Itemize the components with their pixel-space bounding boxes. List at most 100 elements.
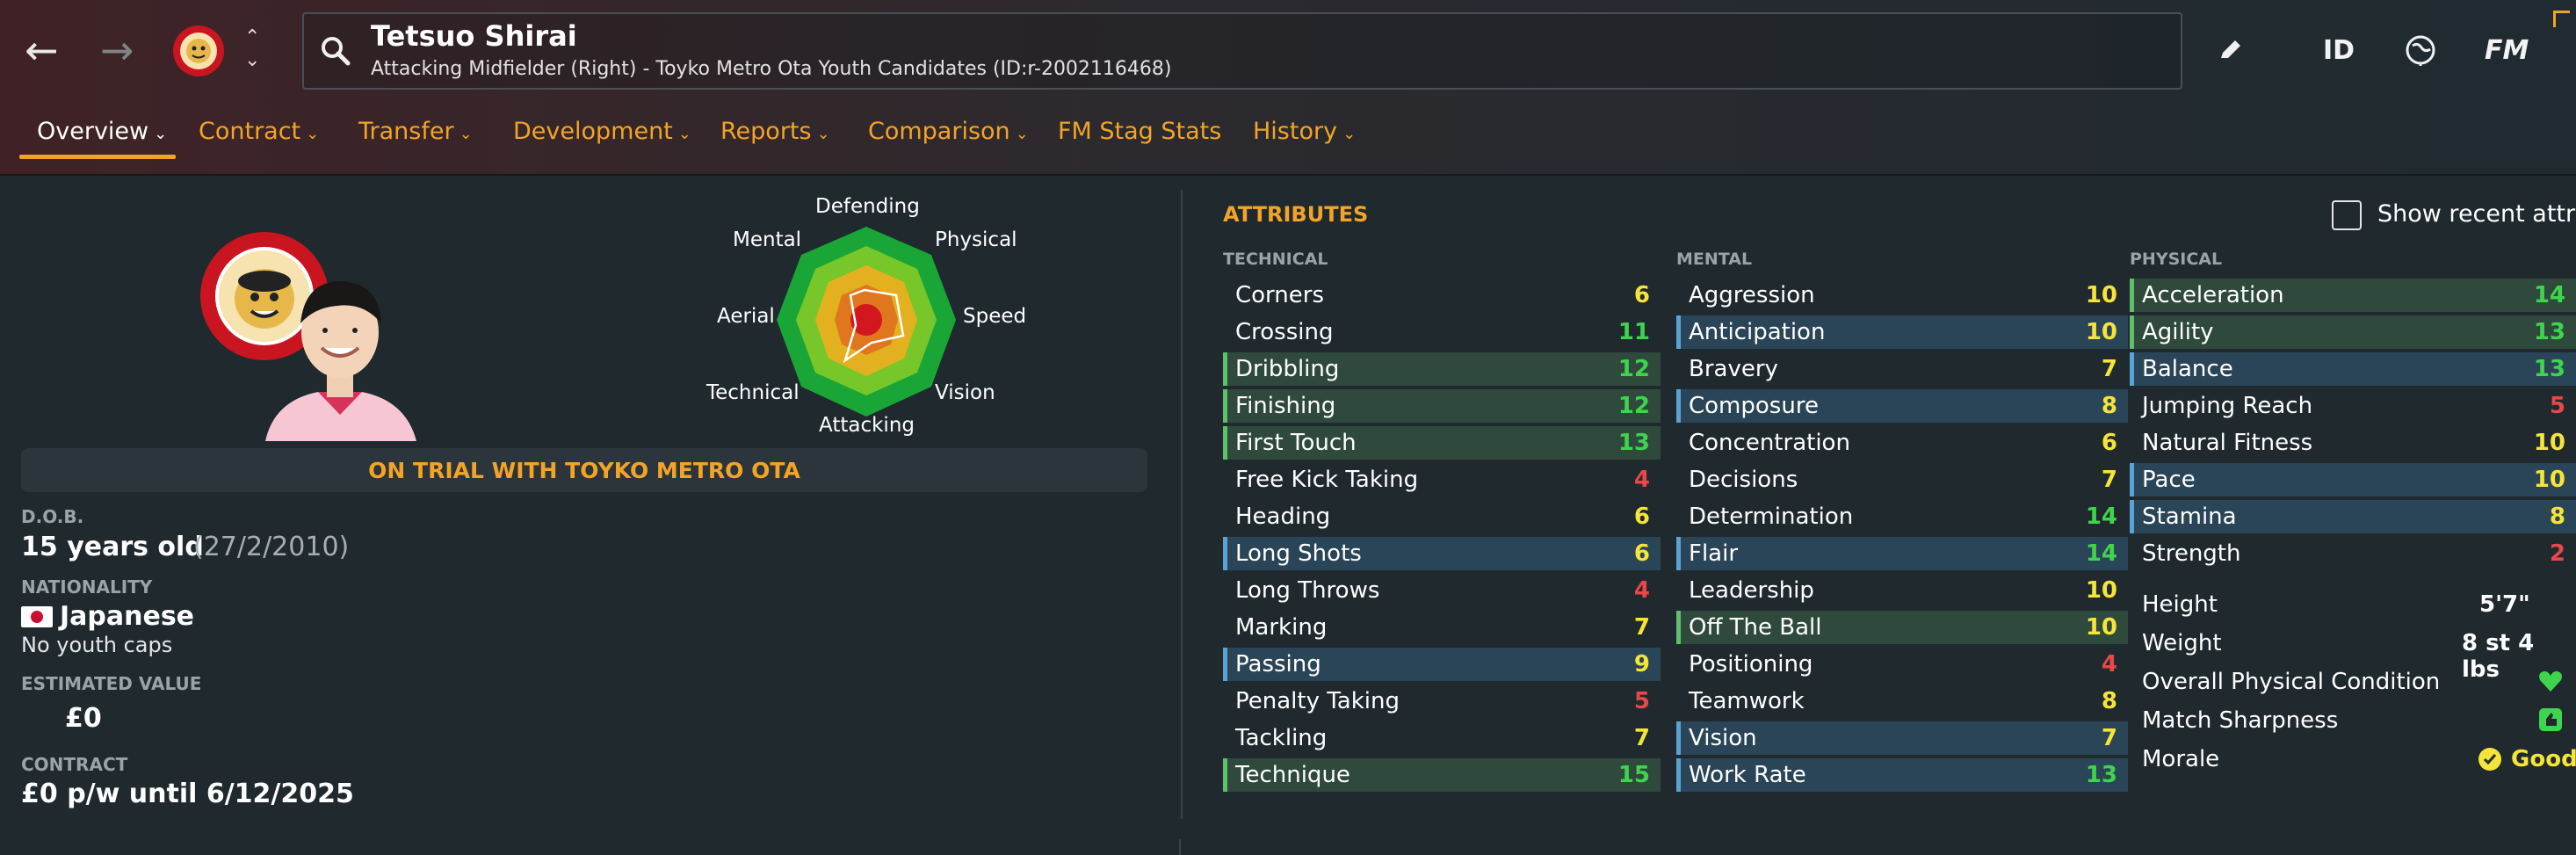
attribute-row[interactable]: Finishing 12: [1223, 389, 1661, 423]
tab-label: Development: [513, 118, 673, 145]
physical-heading: PHYSICAL: [2130, 250, 2223, 269]
contract-details: £0 p/w until 6/12/2025: [21, 779, 354, 809]
attribute-value: 10: [2085, 614, 2117, 641]
attribute-row[interactable]: Off The Ball 10: [1676, 611, 2128, 644]
attribute-row[interactable]: Positioning 4: [1676, 648, 2128, 681]
attribute-value: 6: [1633, 282, 1650, 308]
mental-heading: MENTAL: [1676, 250, 1753, 269]
forward-arrow-icon[interactable]: →: [100, 30, 134, 70]
attribute-row[interactable]: Flair 14: [1676, 537, 2128, 570]
estimated-value: £0: [65, 703, 102, 734]
tab-contract[interactable]: Contract ⌄: [199, 118, 319, 145]
show-recent-label[interactable]: Show recent attrib: [2377, 200, 2576, 228]
attribute-row[interactable]: Vision 7: [1676, 721, 2128, 755]
attribute-row[interactable]: Passing 9: [1223, 648, 1661, 681]
id-icon[interactable]: ID: [2323, 35, 2355, 66]
tab-development[interactable]: Development ⌄: [513, 118, 691, 145]
attribute-row[interactable]: Jumping Reach 5: [2130, 389, 2576, 423]
attribute-name: Bravery: [1689, 356, 1778, 382]
player-subtitle: Attacking Midfielder (Right) - Toyko Met…: [371, 58, 1172, 80]
attribute-row[interactable]: Penalty Taking 5: [1223, 685, 1661, 718]
attribute-row[interactable]: Agility 13: [2130, 315, 2576, 349]
globe-icon[interactable]: [2404, 33, 2437, 67]
attribute-row[interactable]: Anticipation 10: [1676, 315, 2128, 349]
tab-label: FM Stag Stats: [1058, 118, 1222, 145]
tab-overview[interactable]: Overview ⌄: [37, 118, 167, 145]
player-nationality[interactable]: Japanese: [60, 601, 194, 632]
attribute-value: 13: [2533, 356, 2565, 382]
physical-condition-label: Overall Physical Condition: [2142, 669, 2441, 695]
attribute-row[interactable]: Work Rate 13: [1676, 758, 2128, 792]
attribute-row[interactable]: Dribbling 12: [1223, 352, 1661, 386]
attribute-row[interactable]: Long Throws 4: [1223, 574, 1661, 607]
attribute-row[interactable]: Tackling 7: [1223, 721, 1661, 755]
next-player-icon[interactable]: ⌄: [244, 49, 260, 71]
attribute-row[interactable]: Long Shots 6: [1223, 537, 1661, 570]
tab-label: Contract: [199, 118, 301, 145]
attribute-name: Natural Fitness: [2142, 430, 2313, 456]
tab-reports[interactable]: Reports ⌄: [720, 118, 830, 145]
chevron-down-icon: ⌄: [677, 125, 691, 143]
youth-caps: No youth caps: [21, 633, 173, 657]
attribute-row[interactable]: Crossing 11: [1223, 315, 1661, 349]
attribute-name: Aggression: [1689, 282, 1815, 308]
back-arrow-icon[interactable]: ←: [25, 30, 59, 70]
attribute-name: Long Shots: [1235, 540, 1362, 567]
attribute-row[interactable]: Acceleration 14: [2130, 279, 2576, 312]
fm-logo-icon[interactable]: FM: [2485, 35, 2529, 66]
attribute-value: 13: [1617, 430, 1650, 456]
attribute-name: Penalty Taking: [1235, 688, 1400, 714]
attribute-row[interactable]: Balance 13: [2130, 352, 2576, 386]
attributes-title: ATTRIBUTES: [1223, 202, 1369, 227]
attribute-row[interactable]: Decisions 7: [1676, 463, 2128, 496]
attribute-name: Composure: [1689, 393, 1819, 419]
tab-label: Transfer: [358, 118, 454, 145]
attribute-value: 4: [1633, 577, 1650, 604]
radar-label-attacking: Attacking: [819, 414, 915, 437]
height-value: 5'7": [2479, 591, 2530, 618]
radar-label-technical: Technical: [706, 381, 800, 404]
radar-label-speed: Speed: [963, 305, 1027, 328]
previous-player-icon[interactable]: ⌃: [244, 26, 260, 48]
attribute-row[interactable]: Natural Fitness 10: [2130, 426, 2576, 460]
edit-pencil-icon[interactable]: [2216, 35, 2246, 65]
tab-comparison[interactable]: Comparison ⌄: [868, 118, 1029, 145]
tab-fm-stag-stats[interactable]: FM Stag Stats: [1058, 118, 1221, 145]
attribute-name: First Touch: [1235, 430, 1357, 456]
attribute-row[interactable]: Pace 10: [2130, 463, 2576, 496]
heart-icon: [2537, 668, 2564, 694]
attribute-row[interactable]: Composure 8: [1676, 389, 2128, 423]
attribute-row[interactable]: Technique 15: [1223, 758, 1661, 792]
attribute-value: 7: [1633, 725, 1650, 751]
search-icon[interactable]: [318, 33, 353, 69]
attribute-row[interactable]: Concentration 6: [1676, 426, 2128, 460]
tab-history[interactable]: History ⌄: [1253, 118, 1356, 145]
attribute-row[interactable]: Aggression 10: [1676, 279, 2128, 312]
attribute-row[interactable]: Marking 7: [1223, 611, 1661, 644]
dob-label: D.O.B.: [21, 506, 84, 527]
player-portrait: [257, 260, 423, 441]
attribute-row[interactable]: Free Kick Taking 4: [1223, 463, 1661, 496]
attribute-value: 10: [2085, 319, 2117, 345]
tab-transfer[interactable]: Transfer ⌄: [358, 118, 473, 145]
attribute-row[interactable]: Strength 2: [2130, 537, 2576, 570]
radar-label-vision: Vision: [935, 381, 995, 404]
attribute-name: Determination: [1689, 504, 1854, 530]
attribute-row[interactable]: Heading 6: [1223, 500, 1661, 533]
attribute-value: 5: [1633, 688, 1650, 714]
attribute-row[interactable]: Determination 14: [1676, 500, 2128, 533]
club-badge-small[interactable]: [172, 25, 225, 77]
show-recent-checkbox[interactable]: [2332, 200, 2362, 230]
attribute-value: 7: [1633, 614, 1650, 641]
attribute-row[interactable]: Leadership 10: [1676, 574, 2128, 607]
attribute-row[interactable]: Teamwork 8: [1676, 685, 2128, 718]
attribute-row[interactable]: Stamina 8: [2130, 500, 2576, 533]
technical-heading: TECHNICAL: [1223, 250, 1328, 269]
attribute-value: 11: [1617, 319, 1650, 345]
attribute-name: Flair: [1689, 540, 1739, 567]
tab-label: Overview: [37, 118, 149, 145]
attribute-row[interactable]: Corners 6: [1223, 279, 1661, 312]
attribute-row[interactable]: Bravery 7: [1676, 352, 2128, 386]
attribute-value: 6: [1633, 504, 1650, 530]
attribute-row[interactable]: First Touch 13: [1223, 426, 1661, 460]
